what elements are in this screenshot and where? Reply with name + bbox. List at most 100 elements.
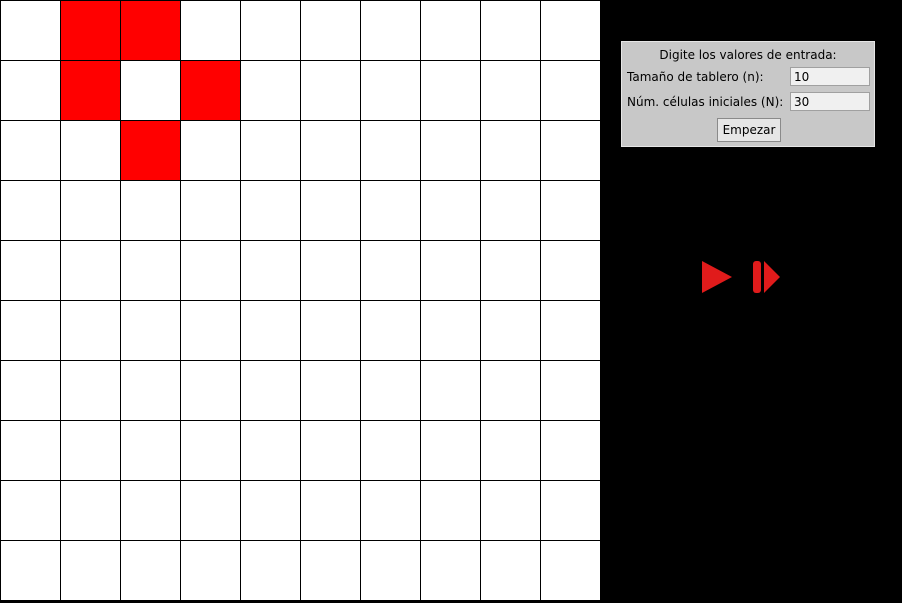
board-cell[interactable] (361, 481, 421, 541)
board-cell[interactable] (61, 541, 121, 601)
board-cell[interactable] (1, 541, 61, 601)
board-cell[interactable] (121, 421, 181, 481)
game-board[interactable] (1, 1, 601, 601)
board-cell[interactable] (1, 181, 61, 241)
board-cell[interactable] (181, 541, 241, 601)
alive-cell[interactable] (121, 1, 181, 61)
board-cell[interactable] (121, 301, 181, 361)
board-cell[interactable] (1, 121, 61, 181)
board-cell[interactable] (1, 1, 61, 61)
board-cell[interactable] (301, 1, 361, 61)
board-cell[interactable] (1, 481, 61, 541)
board-cell[interactable] (541, 241, 601, 301)
board-cell[interactable] (241, 541, 301, 601)
board-cell[interactable] (181, 481, 241, 541)
board-cell[interactable] (361, 361, 421, 421)
board-cell[interactable] (61, 241, 121, 301)
board-cell[interactable] (481, 361, 541, 421)
board-cell[interactable] (481, 241, 541, 301)
step-forward-icon[interactable] (752, 259, 782, 295)
board-cell[interactable] (121, 481, 181, 541)
board-cell[interactable] (181, 121, 241, 181)
board-cell[interactable] (181, 181, 241, 241)
board-cell[interactable] (301, 421, 361, 481)
board-cell[interactable] (121, 61, 181, 121)
board-cell[interactable] (361, 541, 421, 601)
board-cell[interactable] (61, 121, 121, 181)
initial-cells-input[interactable] (790, 92, 870, 111)
board-cell[interactable] (421, 61, 481, 121)
board-cell[interactable] (241, 121, 301, 181)
board-cell[interactable] (241, 421, 301, 481)
board-cell[interactable] (1, 361, 61, 421)
board-cell[interactable] (421, 361, 481, 421)
board-cell[interactable] (61, 421, 121, 481)
board-cell[interactable] (121, 241, 181, 301)
board-cell[interactable] (361, 1, 421, 61)
board-cell[interactable] (181, 361, 241, 421)
board-cell[interactable] (301, 241, 361, 301)
board-cell[interactable] (241, 361, 301, 421)
board-cell[interactable] (301, 481, 361, 541)
board-cell[interactable] (301, 121, 361, 181)
board-cell[interactable] (481, 1, 541, 61)
board-cell[interactable] (61, 481, 121, 541)
board-cell[interactable] (541, 61, 601, 121)
board-cell[interactable] (541, 541, 601, 601)
board-cell[interactable] (1, 301, 61, 361)
board-cell[interactable] (481, 61, 541, 121)
board-cell[interactable] (361, 181, 421, 241)
board-cell[interactable] (541, 181, 601, 241)
alive-cell[interactable] (61, 61, 121, 121)
board-cell[interactable] (1, 61, 61, 121)
board-cell[interactable] (361, 61, 421, 121)
board-cell[interactable] (361, 421, 421, 481)
board-cell[interactable] (421, 541, 481, 601)
board-cell[interactable] (61, 181, 121, 241)
board-cell[interactable] (421, 121, 481, 181)
board-cell[interactable] (361, 121, 421, 181)
board-cell[interactable] (421, 241, 481, 301)
board-cell[interactable] (181, 301, 241, 361)
board-cell[interactable] (421, 421, 481, 481)
alive-cell[interactable] (121, 121, 181, 181)
board-cell[interactable] (241, 481, 301, 541)
board-cell[interactable] (541, 121, 601, 181)
board-cell[interactable] (181, 421, 241, 481)
board-cell[interactable] (541, 1, 601, 61)
board-cell[interactable] (421, 1, 481, 61)
board-cell[interactable] (541, 361, 601, 421)
board-cell[interactable] (481, 301, 541, 361)
board-cell[interactable] (121, 541, 181, 601)
board-cell[interactable] (241, 301, 301, 361)
board-cell[interactable] (121, 361, 181, 421)
board-cell[interactable] (421, 481, 481, 541)
board-cell[interactable] (361, 241, 421, 301)
board-cell[interactable] (241, 1, 301, 61)
board-cell[interactable] (361, 301, 421, 361)
board-cell[interactable] (121, 181, 181, 241)
board-cell[interactable] (541, 481, 601, 541)
board-cell[interactable] (61, 361, 121, 421)
board-cell[interactable] (241, 241, 301, 301)
board-cell[interactable] (181, 241, 241, 301)
board-cell[interactable] (421, 181, 481, 241)
board-cell[interactable] (481, 121, 541, 181)
board-cell[interactable] (481, 481, 541, 541)
board-cell[interactable] (61, 301, 121, 361)
board-cell[interactable] (241, 61, 301, 121)
board-cell[interactable] (541, 421, 601, 481)
board-cell[interactable] (481, 541, 541, 601)
board-cell[interactable] (481, 421, 541, 481)
board-size-input[interactable] (790, 67, 870, 86)
board-cell[interactable] (301, 61, 361, 121)
play-icon[interactable] (700, 259, 734, 295)
board-cell[interactable] (1, 241, 61, 301)
board-cell[interactable] (301, 361, 361, 421)
board-cell[interactable] (301, 301, 361, 361)
board-cell[interactable] (421, 301, 481, 361)
alive-cell[interactable] (181, 61, 241, 121)
board-cell[interactable] (301, 541, 361, 601)
start-button[interactable]: Empezar (717, 118, 781, 142)
board-cell[interactable] (181, 1, 241, 61)
